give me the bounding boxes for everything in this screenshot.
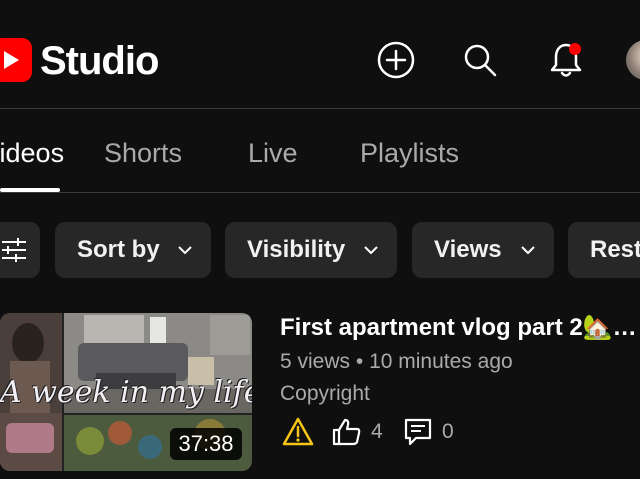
tabs-divider [0,192,640,193]
tab-shorts[interactable]: Shorts [104,136,182,170]
tab-playlists[interactable]: Playlists [360,136,459,170]
top-app-bar: Studio [0,0,640,108]
like-icon [332,418,361,446]
video-duration-badge: 37:38 [170,428,242,460]
filter-icon [2,238,26,262]
youtube-logo-icon [0,38,32,82]
warning-icon[interactable] [282,416,314,448]
sort-by-chip[interactable]: Sort by [55,222,211,278]
video-title[interactable]: First apartment vlog part 2🏡… [280,312,637,344]
sort-by-label: Sort by [77,236,160,263]
meta-separator: • [355,350,364,373]
like-count: 4 [371,420,383,443]
visibility-label: Visibility [247,236,346,263]
content-tabs: Videos Shorts Live Playlists [0,108,640,192]
account-avatar[interactable] [626,40,640,80]
create-icon[interactable] [376,40,416,80]
chevron-down-icon [521,246,535,255]
search-icon[interactable] [460,40,500,80]
studio-content-page: Studio Videos Shorts Live Playlists [0,0,640,479]
filter-button[interactable] [0,222,40,278]
notification-badge [569,43,581,55]
views-chip[interactable]: Views [412,222,554,278]
visibility-chip[interactable]: Visibility [225,222,397,278]
comment-icon [404,418,432,446]
thumbnail-overlay-text: A week in my life [0,375,252,410]
comment-count: 0 [442,420,454,443]
video-meta: 5 views • 10 minutes ago [280,348,513,376]
view-count: 5 views [280,350,351,373]
notifications-icon[interactable] [546,40,586,80]
tab-videos[interactable]: Videos [0,136,64,170]
studio-logo-text: Studio [40,39,159,83]
restriction-label: Copyright [280,382,370,405]
views-label: Views [434,236,502,263]
restrictions-chip[interactable]: Restrictions [568,222,640,278]
restrictions-label: Restrictions [590,236,640,263]
chevron-down-icon [178,246,192,255]
chevron-down-icon [364,246,378,255]
tab-live[interactable]: Live [248,136,298,170]
upload-time: 10 minutes ago [369,350,513,373]
